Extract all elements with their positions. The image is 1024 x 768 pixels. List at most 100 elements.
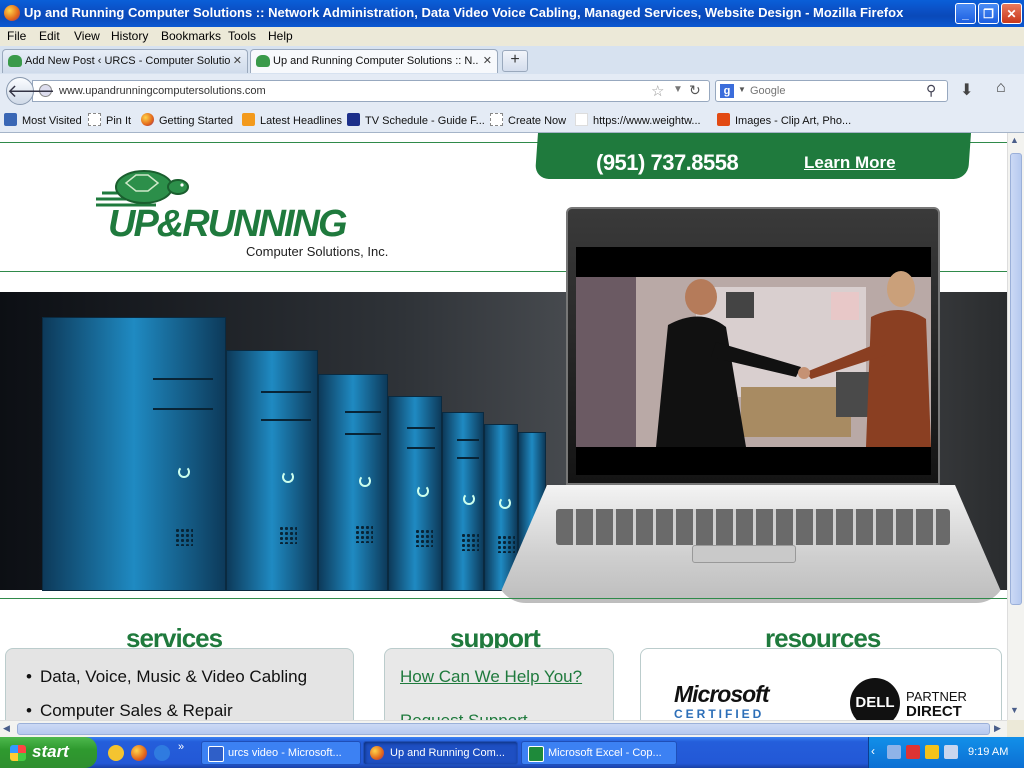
turtle-favicon-icon xyxy=(8,55,22,67)
search-bar[interactable]: g ▼ ⚲ xyxy=(715,80,948,102)
microsoft-logo[interactable]: Microsoft xyxy=(674,681,769,708)
page-icon xyxy=(88,113,101,126)
download-icon[interactable]: ⬇ xyxy=(960,80,973,100)
google-icon[interactable]: g xyxy=(720,84,734,98)
page-icon xyxy=(575,113,588,126)
scroll-up-icon[interactable]: ▲ xyxy=(1010,135,1019,145)
bookmark-pin-it[interactable]: Pin It xyxy=(88,113,131,127)
taskbar-item-excel[interactable]: Microsoft Excel - Cop... xyxy=(521,741,677,765)
bookmark-weightwatchers[interactable]: https://www.weightw... xyxy=(575,113,701,127)
scrollbar-corner xyxy=(1007,720,1024,737)
server-tower-image xyxy=(318,374,388,591)
dell-logo[interactable]: DELL xyxy=(850,678,900,720)
word-icon xyxy=(208,746,224,762)
url-input[interactable] xyxy=(59,85,619,97)
navigation-toolbar: ☆ ▼ ↻ 🡐 g ▼ ⚲ ⬇ ⌂ xyxy=(0,74,1024,108)
most-visited-icon xyxy=(4,113,17,126)
menu-bookmarks[interactable]: Bookmarks xyxy=(161,29,221,43)
server-tower-image xyxy=(442,412,484,591)
logo-wordmark[interactable]: UP&RUNNING xyxy=(108,205,348,243)
request-support-link[interactable]: Request Support xyxy=(400,711,528,720)
server-tower-image xyxy=(226,350,318,591)
windows-taskbar: start » urcs video - Microsoft... Up and… xyxy=(0,737,1024,768)
menu-file[interactable]: File xyxy=(7,29,26,43)
server-tower-image xyxy=(42,317,226,591)
taskbar-item-word[interactable]: urcs video - Microsoft... xyxy=(201,741,361,765)
laptop-touchpad-image xyxy=(692,545,796,563)
menu-view[interactable]: View xyxy=(74,29,100,43)
scroll-right-icon[interactable]: ▶ xyxy=(994,723,1001,734)
learn-more-link[interactable]: Learn More xyxy=(804,153,896,173)
tab-up-and-running[interactable]: Up and Running Computer Solutions :: N..… xyxy=(250,49,498,73)
bookmark-getting-started[interactable]: Getting Started xyxy=(141,113,233,127)
firefox-icon xyxy=(370,746,384,760)
start-label: start xyxy=(32,742,69,761)
excel-icon xyxy=(528,746,544,762)
shield-icon[interactable] xyxy=(925,745,939,759)
banner-divider xyxy=(0,598,1007,599)
microsoft-certified-label: CERTIFIED xyxy=(674,707,765,720)
scroll-left-icon[interactable]: ◀ xyxy=(3,723,10,734)
video-player[interactable] xyxy=(576,247,931,475)
phone-number[interactable]: (951) 737.8558 xyxy=(596,150,739,176)
clock[interactable]: 9:19 AM xyxy=(968,746,1008,758)
support-card: How Can We Help You? Request Support xyxy=(384,648,614,720)
tab-add-new-post[interactable]: Add New Post ‹ URCS - Computer Solutio..… xyxy=(2,49,248,73)
new-tab-button[interactable]: + xyxy=(502,50,528,72)
home-icon[interactable]: ⌂ xyxy=(996,79,1006,97)
reload-icon[interactable]: ↻ xyxy=(689,82,701,99)
services-card: Data, Voice, Music & Video Cabling Compu… xyxy=(5,648,354,720)
tray-expand-icon[interactable]: ‹ xyxy=(871,744,875,758)
web-page: (951) 737.8558 Learn More UP&RUNNING Com… xyxy=(0,133,1007,720)
close-tab-icon[interactable]: ✕ xyxy=(483,54,492,67)
logo-subtitle: Computer Solutions, Inc. xyxy=(246,244,389,259)
quick-launch-more-icon[interactable]: » xyxy=(178,741,184,753)
internet-explorer-icon[interactable] xyxy=(154,745,170,761)
close-button[interactable]: ✕ xyxy=(1001,3,1022,24)
bookmark-star-icon[interactable]: ☆ xyxy=(651,82,664,100)
turtle-favicon-icon xyxy=(256,55,270,67)
search-icon[interactable]: ⚲ xyxy=(926,82,936,99)
horizontal-scroll-thumb[interactable] xyxy=(17,723,990,735)
start-button[interactable]: start xyxy=(0,737,97,768)
search-engine-dropdown-icon[interactable]: ▼ xyxy=(738,85,746,94)
rss-icon xyxy=(242,113,255,126)
menu-help[interactable]: Help xyxy=(268,29,293,43)
page-icon xyxy=(490,113,503,126)
vertical-scroll-thumb[interactable] xyxy=(1010,153,1022,605)
window-title-bar[interactable]: Up and Running Computer Solutions :: Net… xyxy=(0,0,1024,27)
security-alert-icon[interactable] xyxy=(906,745,920,759)
back-button[interactable]: 🡐 xyxy=(6,77,55,105)
firefox-icon[interactable] xyxy=(131,745,147,761)
bookmark-images-clip-art[interactable]: Images - Clip Art, Pho... xyxy=(717,113,851,127)
scroll-down-icon[interactable]: ▼ xyxy=(1010,705,1019,715)
menu-history[interactable]: History xyxy=(111,29,148,43)
vertical-scrollbar[interactable]: ▲ ▼ xyxy=(1007,133,1024,720)
laptop-keyboard-image xyxy=(556,509,950,545)
bookmark-most-visited[interactable]: Most Visited xyxy=(4,113,82,127)
bookmark-tv-schedule[interactable]: TV Schedule - Guide F... xyxy=(347,113,485,127)
bookmark-latest-headlines[interactable]: Latest Headlines xyxy=(242,113,342,127)
service-item[interactable]: Data, Voice, Music & Video Cabling xyxy=(26,667,307,687)
messenger-icon[interactable] xyxy=(108,745,124,761)
display-icon[interactable] xyxy=(944,745,958,759)
network-icon[interactable] xyxy=(887,745,901,759)
maximize-button[interactable]: ❐ xyxy=(978,3,999,24)
url-bar[interactable]: ☆ ▼ ↻ xyxy=(32,80,710,102)
window-title: Up and Running Computer Solutions :: Net… xyxy=(24,5,904,20)
horizontal-scrollbar[interactable]: ◀ ▶ xyxy=(0,720,1007,737)
bookmark-create-now[interactable]: Create Now xyxy=(490,113,566,127)
search-input[interactable] xyxy=(750,85,920,97)
service-item[interactable]: Computer Sales & Repair xyxy=(26,701,233,720)
dell-direct-label: DIRECT xyxy=(906,703,962,720)
menu-edit[interactable]: Edit xyxy=(39,29,60,43)
how-can-we-help-link[interactable]: How Can We Help You? xyxy=(400,667,582,687)
url-dropdown-icon[interactable]: ▼ xyxy=(673,84,683,95)
menu-tools[interactable]: Tools xyxy=(228,29,256,43)
office-icon xyxy=(717,113,730,126)
firefox-icon xyxy=(141,113,154,126)
taskbar-item-firefox[interactable]: Up and Running Com... xyxy=(363,741,518,765)
minimize-button[interactable]: _ xyxy=(955,3,976,24)
dell-partner-label: PARTNER xyxy=(906,689,967,704)
close-tab-icon[interactable]: ✕ xyxy=(233,54,242,67)
